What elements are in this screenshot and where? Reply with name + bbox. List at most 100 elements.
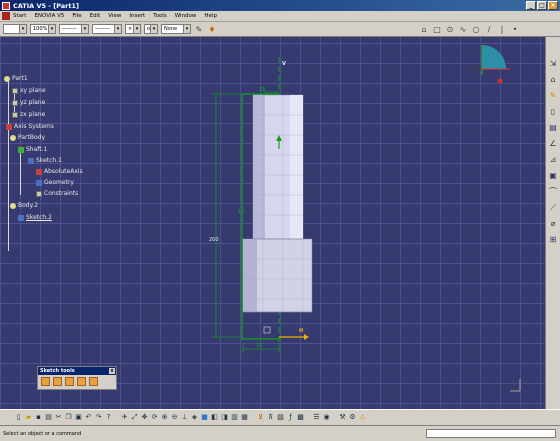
point-type-combo[interactable]: o ▾ — [144, 24, 158, 34]
zoom-in-icon[interactable]: ⊕ — [160, 413, 169, 422]
exit-workbench-icon[interactable]: ⇲ — [548, 59, 558, 69]
snap-to-point-icon[interactable] — [53, 377, 62, 386]
relimit-icon[interactable]: ⊿ — [548, 155, 558, 165]
print-icon[interactable]: ▤ — [44, 413, 53, 422]
corner-icon[interactable]: ⌒ — [548, 187, 558, 197]
redo-icon[interactable]: ↷ — [94, 413, 103, 422]
copy-icon[interactable]: ❐ — [64, 413, 73, 422]
point-icon[interactable]: • — [510, 24, 520, 34]
tree-root-part1[interactable]: Part1 — [4, 75, 28, 82]
menu-edit[interactable]: Edit — [90, 13, 101, 19]
close-button[interactable]: × — [548, 1, 558, 10]
rotate-icon[interactable]: ⟳ — [150, 413, 159, 422]
chamfer-icon[interactable]: ⟋ — [548, 203, 558, 213]
sketch-tools-header[interactable]: Sketch tools x — [38, 367, 116, 375]
options-icon[interactable]: ⚙ — [348, 413, 357, 422]
profile-tool-icon[interactable]: ▯ — [548, 107, 558, 117]
line-icon[interactable]: / — [484, 24, 494, 34]
sketch-tools-close-button[interactable]: x — [109, 368, 115, 374]
grid-icon[interactable] — [41, 377, 50, 386]
menu-help[interactable]: Help — [204, 13, 217, 19]
tree-item-constraints[interactable]: Constraints — [36, 190, 78, 197]
constraint-icon[interactable]: ∠ — [548, 139, 558, 149]
tree-item-axis-systems[interactable]: Axis Systems — [6, 123, 54, 130]
tree-item-body2[interactable]: Body.2 — [10, 202, 38, 209]
view-icon[interactable]: ◈ — [190, 413, 199, 422]
pan-icon[interactable]: ✥ — [140, 413, 149, 422]
sketch-canvas[interactable] — [0, 37, 545, 409]
dim-top-label[interactable]: 15 — [259, 87, 265, 93]
fly-mode-icon[interactable]: ✈ — [120, 413, 129, 422]
profile-icon[interactable]: ⌂ — [419, 24, 429, 34]
pencil-icon[interactable]: ✎ — [548, 91, 558, 101]
zoom-combo[interactable]: 100% ▾ — [30, 24, 56, 34]
menu-window[interactable]: Window — [175, 13, 197, 19]
line-thickness-combo[interactable]: ▾ — [3, 24, 27, 34]
parameters-icon[interactable]: ▧ — [276, 413, 285, 422]
dim-height-label[interactable]: 200 — [209, 237, 219, 243]
catalog-icon[interactable]: ☰ — [312, 413, 321, 422]
knowledge-icon[interactable]: ◉ — [322, 413, 331, 422]
layer-combo[interactable]: None ▾ — [161, 24, 191, 34]
measure-icon[interactable]: ⊻ — [256, 413, 265, 422]
geometric-constraint-icon[interactable] — [77, 377, 86, 386]
swap-space-icon[interactable]: ◨ — [220, 413, 229, 422]
hide-show-icon[interactable]: ◧ — [210, 413, 219, 422]
analysis-icon[interactable]: ⊼ — [266, 413, 275, 422]
tree-item-partbody[interactable]: PartBody — [10, 134, 45, 141]
line-type-combo[interactable]: ——— ▾ — [59, 24, 89, 34]
save-icon[interactable]: ▪ — [34, 413, 43, 422]
mirror-icon[interactable]: ⌀ — [548, 219, 558, 229]
normal-view-icon[interactable]: ⊥ — [180, 413, 189, 422]
tools-icon[interactable]: ⚒ — [338, 413, 347, 422]
tree-item-sketch2[interactable]: Sketch.2 — [18, 214, 52, 221]
color-combo[interactable]: × ▾ — [125, 24, 141, 34]
circle-icon[interactable]: ⊙ — [445, 24, 455, 34]
sketcher-icon[interactable]: ⌂ — [548, 75, 558, 85]
tree-item-sketch1[interactable]: Sketch.1 — [28, 157, 62, 164]
formula-icon[interactable]: ƒ — [286, 413, 295, 422]
help-icon[interactable]: ? — [104, 413, 113, 422]
fit-all-icon[interactable]: ⤢ — [130, 413, 139, 422]
menu-file[interactable]: File — [72, 13, 81, 19]
menu-start[interactable]: Start — [13, 13, 26, 19]
dim-width-label[interactable]: 15 — [256, 343, 262, 349]
zoom-out-icon[interactable]: ⊖ — [170, 413, 179, 422]
table-icon[interactable]: ▩ — [296, 413, 305, 422]
brush-icon[interactable]: ♦ — [207, 24, 217, 34]
menu-tools[interactable]: Tools — [153, 13, 167, 19]
line-weight-combo[interactable]: ——— ▾ — [92, 24, 122, 34]
ellipse-icon[interactable]: ○ — [471, 24, 481, 34]
menu-view[interactable]: View — [108, 13, 121, 19]
3d-viewport[interactable]: 200 10 15 15 H V Part1 xy plane yz plane… — [0, 37, 545, 409]
sketch-view-icon[interactable]: ▥ — [230, 413, 239, 422]
undo-icon[interactable]: ↶ — [84, 413, 93, 422]
tree-item-xy-plane[interactable]: xy plane — [12, 87, 46, 94]
cut-icon[interactable]: ✂ — [54, 413, 63, 422]
project-icon[interactable]: ⊞ — [548, 235, 558, 245]
construction-element-icon[interactable] — [65, 377, 74, 386]
sketch-tools-palette[interactable]: Sketch tools x — [37, 366, 117, 390]
new-icon[interactable]: ▯ — [14, 413, 23, 422]
tree-item-geometry[interactable]: Geometry — [36, 179, 74, 186]
window-title-bar[interactable]: CATIA V5 - [Part1] _ □ × — [0, 0, 560, 11]
tree-item-yz-plane[interactable]: yz plane — [12, 99, 45, 106]
cut-part-icon[interactable]: ▦ — [240, 413, 249, 422]
rectangle-icon[interactable]: □ — [432, 24, 442, 34]
tree-item-zx-plane[interactable]: zx plane — [12, 111, 45, 118]
minimize-button[interactable]: _ — [526, 1, 536, 10]
render-style-icon[interactable]: ■ — [200, 413, 209, 422]
painter-icon[interactable]: ✎ — [194, 24, 204, 34]
layout-icon[interactable]: ▣ — [548, 171, 558, 181]
document-icon[interactable] — [2, 12, 10, 20]
operation-icon[interactable]: ▤ — [548, 123, 558, 133]
menu-enovia[interactable]: ENOVIA V5 — [34, 13, 64, 19]
open-icon[interactable]: ▰ — [24, 413, 33, 422]
tree-item-shaft[interactable]: Shaft.1 — [18, 146, 47, 153]
analysis-tools-icon[interactable]: ⚠ — [358, 413, 367, 422]
paste-icon[interactable]: ▣ — [74, 413, 83, 422]
tree-item-absolute-axis[interactable]: AbsoluteAxis — [36, 168, 83, 175]
dim-inner-label[interactable]: 10 — [238, 209, 244, 215]
spline-icon[interactable]: ∿ — [458, 24, 468, 34]
command-input[interactable] — [426, 429, 556, 438]
